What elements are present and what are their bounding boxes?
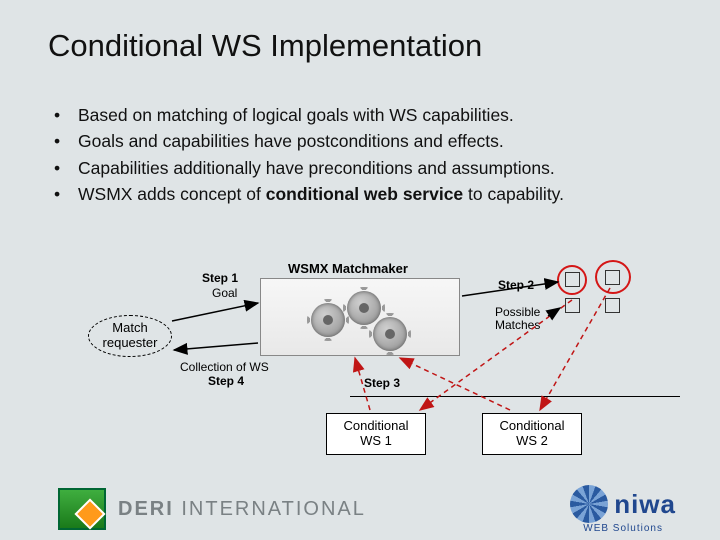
match-highlight-circle [595,260,631,294]
step4-label: Step 4 [208,374,244,388]
divider-line [350,396,680,397]
step3-label: Step 3 [364,376,400,390]
page-title: Conditional WS Implementation [0,0,720,64]
conditional-ws2-box: ConditionalWS 2 [482,413,582,455]
match-square [565,298,580,313]
step2-label: Step 2 [498,278,534,292]
bullet-item: Capabilities additionally have precondit… [54,155,720,181]
bullet-list: Based on matching of logical goals with … [0,64,720,207]
deri-text: DERI INTERNATIONAL [118,498,366,521]
match-highlight-circle [557,265,587,295]
niwa-swirl-icon [570,485,608,523]
diagram: Matchrequester Step 1 Goal WSMX Matchmak… [0,258,720,458]
step1-label: Step 1 [202,271,238,285]
bullet-item: Based on matching of logical goals with … [54,102,720,128]
footer: DERI INTERNATIONAL niwa WEB Solutions [0,478,720,540]
bullet-item: Goals and capabilities have postconditio… [54,128,720,154]
collection-label: Collection of WS [180,360,269,374]
bullet-item: WSMX adds concept of conditional web ser… [54,181,720,207]
possible-matches-label: PossibleMatches [495,306,540,332]
goal-label: Goal [212,286,237,300]
deri-logo-icon [58,488,106,530]
gears-icon [260,278,460,356]
conditional-ws1-box: ConditionalWS 1 [326,413,426,455]
matchmaker-label: WSMX Matchmaker [288,261,408,276]
match-requester: Matchrequester [88,315,172,357]
niwa-logo: niwa WEB Solutions [570,485,676,534]
match-square [605,298,620,313]
